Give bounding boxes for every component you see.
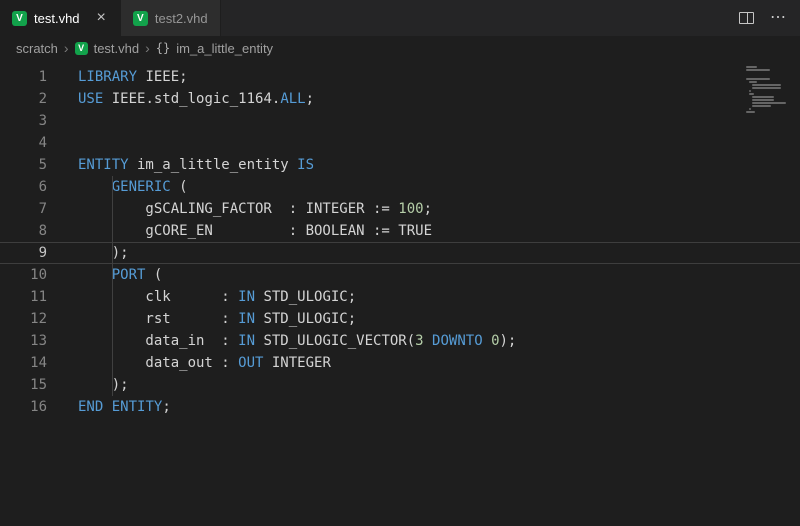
code-text: ); [78,245,129,261]
code-line-12[interactable]: 12 rst : IN STD_ULOGIC; [0,308,800,330]
editor-window: V test.vhd × V test2.vhd ⋯ scratch › V t… [0,0,800,526]
indent-guide [112,176,113,396]
minimap[interactable] [746,66,790,114]
code-text: USE IEEE.std_logic_1164.ALL; [78,91,315,107]
line-number[interactable]: 7 [0,198,62,220]
code-line-16[interactable]: 16 END ENTITY; [0,396,800,418]
code-lines: 1 LIBRARY IEEE; 2 USE IEEE.std_logic_1164.A… [0,66,800,418]
line-number[interactable]: 5 [0,154,62,176]
split-editor-icon[interactable] [739,12,754,24]
code-line-3[interactable]: 3 [0,110,800,132]
breadcrumb-item-file[interactable]: test.vhd [94,41,140,56]
code-line-4[interactable]: 4 [0,132,800,154]
code-text: GENERIC ( [111,179,188,195]
code-line-1[interactable]: 1 LIBRARY IEEE; [0,66,800,88]
code-text: END ENTITY; [78,399,171,415]
line-number[interactable]: 12 [0,308,62,330]
line-number[interactable]: 8 [0,220,62,242]
code-line-14[interactable]: 14 data_out : OUT INTEGER [0,352,800,374]
close-icon[interactable]: × [95,10,108,26]
vhdl-file-icon: V [12,10,27,26]
chevron-right-icon: › [145,40,150,56]
line-number[interactable]: 4 [0,132,62,154]
code-line-15[interactable]: 15 ); [0,374,800,396]
line-number[interactable]: 2 [0,88,62,110]
vhdl-file-icon: V [74,41,88,55]
code-line-11[interactable]: 11 clk : IN STD_ULOGIC; [0,286,800,308]
code-line-10[interactable]: 10 PORT ( [0,264,800,286]
line-number[interactable]: 16 [0,396,62,418]
tab-test2-vhd[interactable]: V test2.vhd [120,0,221,36]
minimap-line [746,111,790,114]
tab-label: test.vhd [34,10,80,26]
code-text: rst : IN STD_ULOGIC; [78,311,357,327]
line-number[interactable]: 11 [0,286,62,308]
tab-label: test2.vhd [154,10,208,26]
code-line-2[interactable]: 2 USE IEEE.std_logic_1164.ALL; [0,88,800,110]
tab-strip-empty [221,0,725,36]
chevron-right-icon: › [63,40,69,56]
code-text: gSCALING_FACTOR : INTEGER := 100; [78,201,433,217]
editor-actions: ⋯ [725,0,800,36]
code-line-9[interactable]: 9 ); [0,242,800,264]
line-number[interactable]: 15 [0,374,62,396]
line-number[interactable]: 14 [0,352,62,374]
code-editor: 1 LIBRARY IEEE; 2 USE IEEE.std_logic_1164.A… [0,60,800,526]
code-text: ); [78,377,129,393]
code-text: data_out : OUT INTEGER [78,355,331,371]
code-line-13[interactable]: 13 data_in : IN STD_ULOGIC_VECTOR(3 DOWN… [0,330,800,352]
code-text: gCORE_EN : BOOLEAN := TRUE [78,223,433,239]
breadcrumb: scratch › V test.vhd › {} im_a_little_en… [0,36,800,60]
line-number[interactable]: 6 [0,176,62,198]
code-text: clk : IN STD_ULOGIC; [78,289,357,305]
line-number[interactable]: 1 [0,66,62,88]
tab-test-vhd[interactable]: V test.vhd × [0,0,121,36]
code-line-6[interactable]: 6 GENERIC ( [0,176,800,198]
code-text: LIBRARY IEEE; [78,69,188,85]
line-number[interactable]: 13 [0,330,62,352]
code-text: ENTITY im_a_little_entity IS [78,157,315,173]
breadcrumb-item-symbol[interactable]: im_a_little_entity [176,41,273,56]
code-text: data_in : IN STD_ULOGIC_VECTOR(3 DOWNTO … [78,333,517,349]
code-line-5[interactable]: 5 ENTITY im_a_little_entity IS [0,154,800,176]
code-line-7[interactable]: 7 gSCALING_FACTOR : INTEGER := 100; [0,198,800,220]
line-number[interactable]: 10 [0,264,62,286]
code-line-8[interactable]: 8 gCORE_EN : BOOLEAN := TRUE [0,220,800,242]
more-actions-icon[interactable]: ⋯ [770,10,786,26]
tab-bar: V test.vhd × V test2.vhd ⋯ [0,0,800,36]
vhdl-file-icon: V [132,10,148,26]
symbol-braces-icon: {} [155,41,171,55]
line-number[interactable]: 9 [0,242,62,264]
line-number[interactable]: 3 [0,110,62,132]
breadcrumb-item-folder[interactable]: scratch [16,41,58,56]
